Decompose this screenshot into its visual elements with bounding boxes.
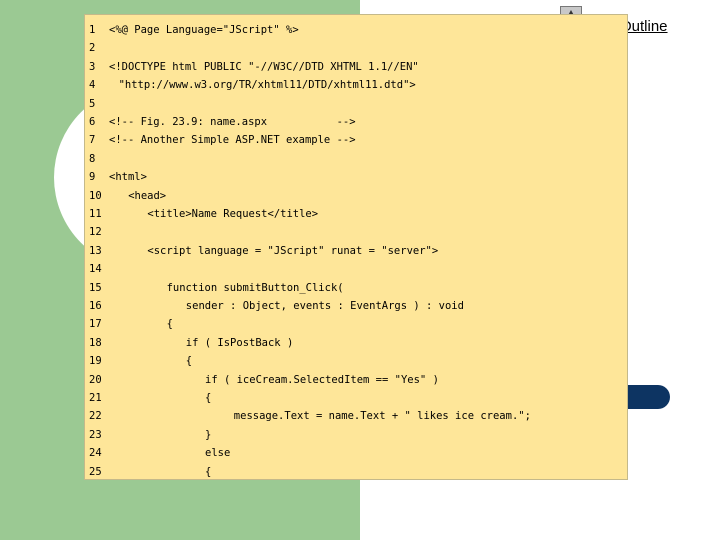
line-number: 2 — [89, 42, 96, 55]
line-number: 25 — [89, 465, 102, 478]
code-text: <html> — [109, 171, 147, 184]
code-line: 9 <html> — [85, 168, 625, 186]
code-line: 23} — [85, 426, 625, 444]
code-line: 20 if ( iceCream.SelectedItem == "Yes" ) — [85, 371, 625, 389]
code-line: 18 if ( IsPostBack ) — [85, 334, 625, 352]
code-text: { — [205, 392, 212, 404]
code-line: 12 — [85, 223, 625, 241]
code-text: { — [205, 465, 212, 478]
code-text: if ( IsPostBack ) — [185, 336, 294, 349]
line-number: 16 — [89, 300, 102, 312]
code-line: 10 <head> — [85, 187, 625, 205]
code-line: 2 — [85, 39, 625, 57]
line-number: 3 — [89, 60, 96, 73]
code-line: 3 <!DOCTYPE html PUBLIC "-//W3C//DTD XHTM… — [85, 58, 625, 76]
line-number: 10 — [89, 189, 102, 202]
line-number: 11 — [89, 208, 102, 220]
code-line: 6 <!-- Fig. 23.9: name.aspx --> — [85, 113, 625, 131]
code-line: 19 { — [85, 352, 625, 370]
code-text: message.Text = name.Text + " likes ice c… — [233, 410, 531, 423]
code-line: 25 { — [85, 463, 625, 481]
code-line: 21 { — [85, 389, 625, 407]
code-text: if ( iceCream.SelectedItem == "Yes" ) — [205, 373, 439, 386]
line-number: 22 — [89, 410, 102, 423]
line-number: 23 — [89, 428, 102, 441]
line-number: 20 — [89, 373, 102, 386]
code-text: <!-- Fig. 23.9: name.aspx --> — [109, 116, 356, 128]
code-listing: 1 <%@ Page Language="JScript" %> 2 3 <!DOCTY… — [84, 14, 628, 480]
line-number: 6 — [89, 116, 96, 128]
code-line: 11 <title>Name Request</title> — [85, 205, 625, 223]
line-number: 24 — [89, 447, 102, 460]
code-line: 24 else — [85, 444, 625, 462]
code-text: sender : Object, events : EventArgs ) : … — [185, 300, 464, 312]
code-line: 22 message.Text = name.Text + " likes ice… — [85, 407, 625, 425]
line-number: 21 — [89, 392, 102, 404]
code-line: 13 <script language = "JScript" runat = "… — [85, 242, 625, 260]
code-line: 1 <%@ Page Language="JScript" %> — [85, 21, 625, 39]
code-text: <!-- Another Simple ASP.NET example --> — [109, 134, 356, 147]
code-line: 5 — [85, 95, 625, 113]
line-number: 5 — [89, 97, 96, 110]
code-text: <!DOCTYPE html PUBLIC "-//W3C//DTD XHTML… — [109, 60, 419, 73]
line-number: 12 — [89, 226, 102, 239]
line-number: 7 — [89, 134, 96, 147]
line-number: 1 — [89, 24, 96, 36]
code-text: function submitButton_Click( — [166, 281, 344, 294]
line-number: 13 — [89, 244, 102, 257]
code-line: 17 { — [85, 315, 625, 333]
code-line: 4 "http://www.w3.org/TR/xhtml11/DTD/xhtml… — [85, 76, 625, 94]
code-text: } — [205, 428, 212, 441]
line-number: 8 — [89, 152, 96, 165]
code-text: { — [166, 318, 173, 331]
code-line: 8 — [85, 150, 625, 168]
line-number: 17 — [89, 318, 102, 331]
code-line: 16 sender : Object, events : EventArgs ) … — [85, 297, 625, 315]
line-number: 18 — [89, 336, 102, 349]
line-number: 4 — [89, 79, 96, 92]
line-number: 19 — [89, 355, 102, 368]
code-text: else — [205, 447, 231, 460]
code-text: { — [185, 355, 193, 368]
code-line: 15 function submitButton_Click( — [85, 279, 625, 297]
code-text: "http://www.w3.org/TR/xhtml11/DTD/xhtml1… — [118, 79, 416, 92]
code-text: <script language = "JScript" runat = "se… — [147, 244, 439, 257]
code-line: 14 — [85, 260, 625, 278]
line-number: 14 — [89, 263, 102, 276]
code-text: <%@ Page Language="JScript" %> — [109, 24, 299, 36]
code-line: 7 <!-- Another Simple ASP.NET example --> — [85, 131, 625, 149]
code-text: <title>Name Request</title> — [147, 208, 319, 220]
code-text: <head> — [128, 189, 167, 202]
line-number: 9 — [89, 171, 96, 184]
line-number: 15 — [89, 281, 102, 294]
